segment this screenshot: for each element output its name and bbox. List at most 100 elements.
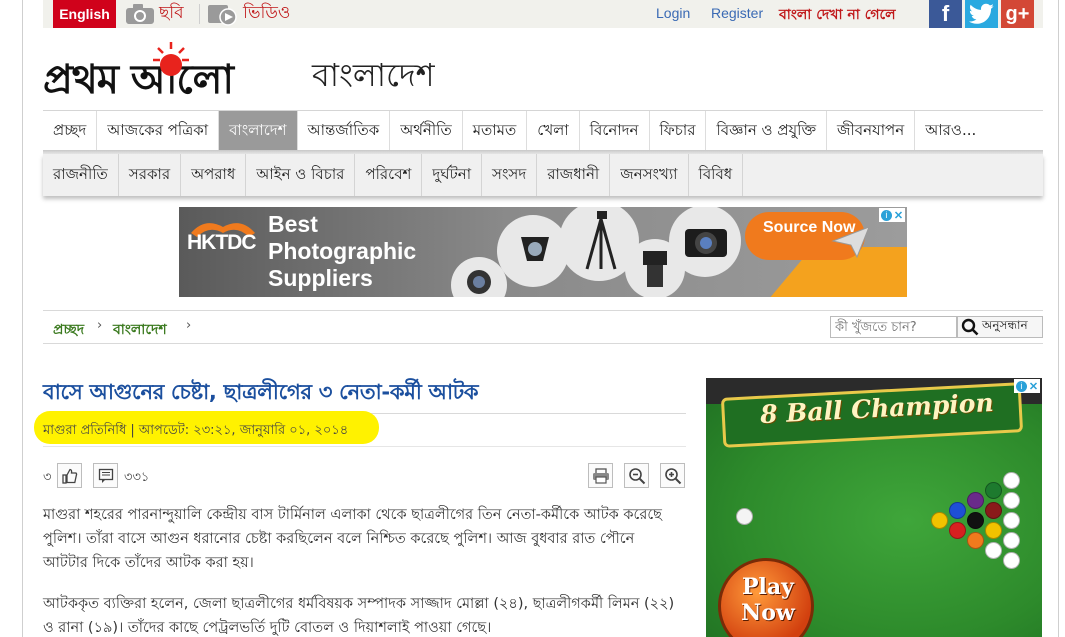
- lens-icon: [467, 270, 491, 294]
- thumbs-up-icon: [61, 468, 77, 484]
- breadcrumb-home[interactable]: প্রচ্ছদ: [53, 318, 84, 342]
- pool-ball: [1003, 492, 1020, 509]
- search-button-label: অনুসন্ধান: [982, 318, 1028, 332]
- nav-item-lifestyle[interactable]: জীবনযাপন: [827, 111, 916, 151]
- zoom-out-icon: [628, 467, 645, 484]
- subnav-item-parliament[interactable]: সংসদ: [482, 154, 538, 196]
- video-label: ভিডিও: [243, 3, 291, 23]
- spotlight-icon: [521, 237, 549, 261]
- tripod-icon: [585, 211, 617, 270]
- print-icon: [592, 467, 609, 484]
- flash-icon: [643, 251, 667, 287]
- nav-item-entertainment[interactable]: বিনোদন: [580, 111, 650, 151]
- search-input[interactable]: [830, 316, 957, 338]
- subnav-item-environment[interactable]: পরিবেশ: [355, 154, 423, 196]
- cursor-arrow-icon: [831, 226, 870, 259]
- top-bar: English ছবি ভিডিও Login Register বাংলা দ…: [43, 0, 1043, 28]
- banner-headline: Best Photographic Suppliers: [268, 211, 417, 291]
- ad-choices-icon[interactable]: i ✕: [879, 208, 905, 222]
- font-help-link[interactable]: বাংলা দেখা না গেলে: [779, 3, 896, 27]
- top-separator: [199, 4, 200, 24]
- side-ad-choices-icon[interactable]: i ✕: [1014, 379, 1040, 393]
- play-now-label: Play Now: [741, 574, 795, 626]
- photo-label: ছবি: [159, 3, 184, 23]
- subnav-item-politics[interactable]: রাজনীতি: [43, 154, 119, 196]
- pool-ball: [967, 492, 984, 509]
- subnav-item-capital[interactable]: রাজধানী: [537, 154, 611, 196]
- subnav-item-law-justice[interactable]: আইন ও বিচার: [246, 154, 356, 196]
- comments-button[interactable]: [93, 463, 118, 488]
- twitter-icon[interactable]: [965, 0, 998, 28]
- video-link[interactable]: ভিডিও: [207, 0, 290, 28]
- search-icon: [961, 318, 979, 336]
- breadcrumb-separator: ›: [186, 318, 192, 333]
- logo-wordmark: প্রথম আলো: [43, 57, 234, 103]
- article-paragraph: মাগুরা শহরের পারনান্দুয়ালি কেন্দ্রীয় ব…: [43, 507, 662, 571]
- pool-ball: [1003, 532, 1020, 549]
- side-ad[interactable]: 8 Ball Champion Play Now: [706, 378, 1042, 637]
- breadcrumb-separator: ›: [97, 318, 103, 333]
- pool-ball: [985, 482, 1002, 499]
- nav-item-feature[interactable]: ফিচার: [650, 111, 707, 151]
- pool-ball: [949, 502, 966, 519]
- camera-product-icon: [685, 229, 727, 257]
- camera-icon: [126, 4, 154, 24]
- pool-ball: [931, 512, 948, 529]
- zoom-out-button[interactable]: [624, 463, 649, 488]
- pool-ball: [985, 522, 1002, 539]
- print-button[interactable]: [588, 463, 613, 488]
- nav-item-science-tech[interactable]: বিজ্ঞান ও প্রযুক্তি: [706, 111, 828, 151]
- twitter-bird-icon: [968, 3, 994, 24]
- banner-ad[interactable]: HKTDC Best Photographic Suppliers Source…: [179, 207, 907, 297]
- subnav-item-population[interactable]: জনসংখ্যা: [610, 154, 689, 196]
- video-icon: [208, 5, 237, 26]
- like-count: ৩: [43, 470, 52, 485]
- subnav-item-crime[interactable]: অপরাধ: [181, 154, 247, 196]
- breadcrumb-bangladesh[interactable]: বাংলাদেশ: [113, 318, 167, 342]
- nav-item-home[interactable]: প্রচ্ছদ: [43, 111, 98, 151]
- nav-item-opinion[interactable]: মতামত: [463, 111, 528, 151]
- pool-ball: [949, 522, 966, 539]
- nav-item-economy[interactable]: অর্থনীতি: [390, 111, 463, 151]
- nav-item-todays-paper[interactable]: আজকের পত্রিকা: [97, 111, 220, 151]
- pool-ball: [1003, 552, 1020, 569]
- nav-item-international[interactable]: আন্তর্জাতিক: [298, 111, 391, 151]
- pool-ball: [985, 502, 1002, 519]
- subnav-item-government[interactable]: সরকার: [119, 154, 182, 196]
- comment-icon: [98, 468, 113, 483]
- subnav-item-misc[interactable]: বিবিধ: [689, 154, 744, 196]
- cue-ball: [736, 508, 753, 525]
- nav-item-bangladesh[interactable]: বাংলাদেশ: [219, 111, 298, 151]
- subnav-item-accident[interactable]: দুর্ঘটনা: [422, 154, 483, 196]
- breadcrumb-bar: প্রচ্ছদ › বাংলাদেশ › অনুসন্ধান: [43, 310, 1043, 344]
- pool-ball: [1003, 512, 1020, 529]
- byline-divider: [43, 446, 686, 447]
- like-button[interactable]: [57, 463, 82, 488]
- pool-ball: [1003, 472, 1020, 489]
- section-title: বাংলাদেশ: [312, 56, 435, 94]
- page-frame-left: [22, 0, 23, 637]
- sun-icon: [153, 42, 189, 76]
- facebook-icon[interactable]: f: [929, 0, 962, 28]
- zoom-in-button[interactable]: [660, 463, 685, 488]
- main-nav: প্রচ্ছদ আজকের পত্রিকা বাংলাদেশ আন্তর্জাত…: [43, 110, 1043, 152]
- search-button[interactable]: অনুসন্ধান: [957, 316, 1043, 338]
- pool-ball: [967, 532, 984, 549]
- page-frame-right: [1058, 0, 1059, 637]
- zoom-in-icon: [664, 467, 681, 484]
- google-plus-icon[interactable]: g+: [1001, 0, 1034, 28]
- article-title: বাসে আগুনের চেষ্টা, ছাত্রলীগের ৩ নেতা-কর…: [43, 380, 479, 404]
- article-paragraph: আটককৃত ব্যক্তিরা হলেন, জেলা ছাত্রলীগের ধ…: [43, 596, 675, 636]
- english-edition-button[interactable]: English: [53, 0, 116, 28]
- pool-ball: [985, 542, 1002, 559]
- nav-item-sports[interactable]: খেলা: [527, 111, 580, 151]
- pool-ball: [967, 512, 984, 529]
- nav-item-more[interactable]: আরও...: [915, 111, 986, 151]
- hktdc-brand-text: HKTDC: [187, 231, 256, 254]
- article-byline: মাগুরা প্রতিনিধি | আপডেট: ২৩:২১, জানুয়া…: [43, 423, 349, 438]
- comment-count: ৩৩১: [124, 470, 150, 485]
- register-link[interactable]: Register: [711, 5, 763, 21]
- photo-link[interactable]: ছবি: [125, 0, 184, 28]
- login-link[interactable]: Login: [656, 5, 690, 21]
- sub-nav: রাজনীতি সরকার অপরাধ আইন ও বিচার পরিবেশ দ…: [43, 154, 1043, 196]
